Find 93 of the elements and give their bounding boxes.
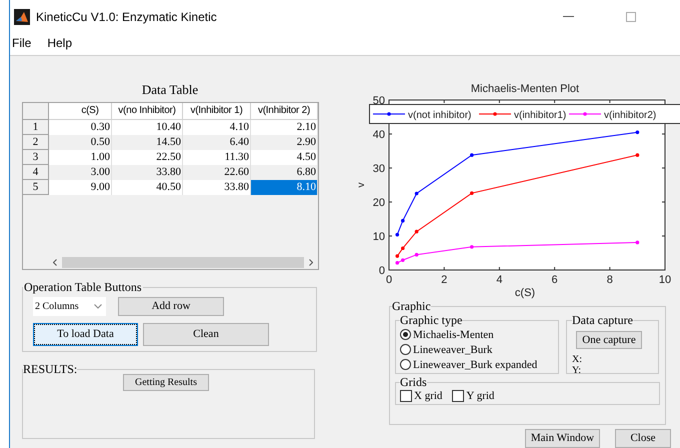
data-point	[414, 192, 418, 196]
menu-item[interactable]: File	[12, 35, 32, 51]
table-cell[interactable]: 22.50	[112, 150, 183, 165]
checkbox[interactable]	[400, 390, 412, 402]
row-header: 5	[23, 180, 49, 195]
table-cell[interactable]: 8.10	[251, 180, 318, 195]
tick-label: 10	[658, 274, 672, 286]
tick-label: 2	[441, 274, 448, 286]
row-header: 2	[23, 135, 49, 150]
table-cell[interactable]: 10.40	[112, 120, 183, 135]
tick-label: 6	[552, 274, 558, 286]
load-data-button[interactable]: To load Data	[33, 323, 138, 346]
data-point	[470, 245, 474, 249]
table-cell[interactable]: 33.80	[183, 180, 251, 195]
data-point	[414, 230, 418, 234]
table-cell[interactable]: 11.30	[183, 150, 251, 165]
data-point	[395, 261, 400, 265]
tick-label: 50	[372, 95, 385, 107]
chevron-down-icon	[94, 304, 102, 309]
data-point	[636, 240, 640, 244]
app-logo-icon	[14, 9, 30, 25]
minimize-icon[interactable]	[563, 16, 574, 18]
capture-button[interactable]: One capture	[576, 331, 642, 349]
radio-option[interactable]: Michaelis-Menten	[400, 327, 494, 342]
window-button[interactable]: Main Window	[525, 429, 600, 448]
panel-title: Grids	[400, 376, 427, 388]
table-cell[interactable]: 1.00	[49, 150, 112, 165]
legend-line-icon	[478, 112, 512, 116]
menu-item[interactable]: Help	[47, 35, 72, 51]
data-point	[395, 232, 400, 236]
columns-dropdown[interactable]: 2 Columns	[33, 297, 106, 316]
radio-option[interactable]: Lineweaver_Burk expanded	[400, 357, 538, 372]
get-results-button[interactable]: Getting Results	[123, 374, 209, 391]
panel-title: Graphic	[392, 299, 431, 313]
table-cell[interactable]: 0.30	[49, 120, 112, 135]
tick-label: 4	[496, 274, 502, 286]
table-cell[interactable]: 4.10	[183, 120, 251, 135]
table-cell[interactable]: 2.10	[251, 120, 318, 135]
tick-label: 10	[372, 231, 385, 243]
radio-button[interactable]	[400, 329, 411, 340]
radio-button[interactable]	[400, 359, 411, 370]
data-point	[636, 153, 640, 157]
tick-label: 0	[386, 274, 392, 286]
scroll-left-icon[interactable]	[53, 259, 57, 266]
table-cell[interactable]: 9.00	[49, 180, 112, 195]
table-title: Data Table	[140, 82, 200, 98]
tick-label: 20	[372, 197, 385, 209]
scrollbar-thumb[interactable]	[62, 257, 304, 268]
column-header: v(no Inhibitor)	[112, 103, 183, 120]
data-point	[636, 130, 640, 134]
checkbox-option[interactable]: X grid	[400, 388, 442, 403]
chart-title: Michaelis-Menten Plot	[470, 83, 580, 95]
legend-label: v(not inhibitor)	[408, 110, 472, 121]
panel-title: Graphic type	[400, 313, 462, 327]
data-point	[401, 218, 405, 222]
data-point	[401, 258, 405, 262]
tick-label: 0	[378, 265, 385, 277]
x-axis-label: c(S)	[514, 287, 536, 299]
legend-label: v(inhibitor2)	[604, 110, 656, 121]
data-point	[470, 191, 474, 195]
tick-label: 30	[372, 163, 385, 175]
tick-label: 8	[606, 274, 613, 286]
tick-label: 40	[372, 129, 385, 141]
y-label: Y:	[572, 365, 582, 376]
clean-button[interactable]: Clean	[143, 323, 269, 346]
radio-option[interactable]: Lineweaver_Burk	[400, 342, 492, 357]
column-header: c(S)	[49, 103, 112, 120]
scroll-right-icon[interactable]	[309, 259, 313, 266]
data-point	[401, 246, 405, 250]
column-header: v(Inhibitor 1)	[183, 103, 251, 120]
radio-button[interactable]	[400, 344, 411, 355]
panel-title: Data capture	[572, 313, 633, 327]
y-axis-label: v	[356, 182, 367, 188]
legend-line-icon	[568, 112, 602, 116]
legend-line-icon	[372, 112, 406, 116]
window-title: KineticCu V1.0: Enzymatic Kinetic	[36, 9, 217, 26]
column-header: v(Inhibitor 2)	[251, 103, 318, 120]
add-row-button[interactable]: Add row	[118, 297, 224, 316]
row-header: 1	[23, 120, 49, 135]
data-point	[470, 153, 474, 157]
table-cell[interactable]: 40.50	[112, 180, 183, 195]
panel-title: RESULTS:	[23, 362, 78, 376]
x-label: X:	[572, 354, 582, 365]
checkbox-option[interactable]: Y grid	[452, 388, 494, 403]
panel-title: Operation Table Buttons	[23, 280, 143, 294]
legend-label: v(inhibitor1)	[514, 110, 566, 121]
data-point	[395, 254, 400, 258]
row-header: 4	[23, 165, 49, 180]
table-cell[interactable]: 4.50	[251, 150, 318, 165]
row-header: 3	[23, 150, 49, 165]
checkbox[interactable]	[452, 390, 464, 402]
window-button[interactable]: Close	[615, 429, 671, 448]
data-point	[414, 252, 418, 256]
